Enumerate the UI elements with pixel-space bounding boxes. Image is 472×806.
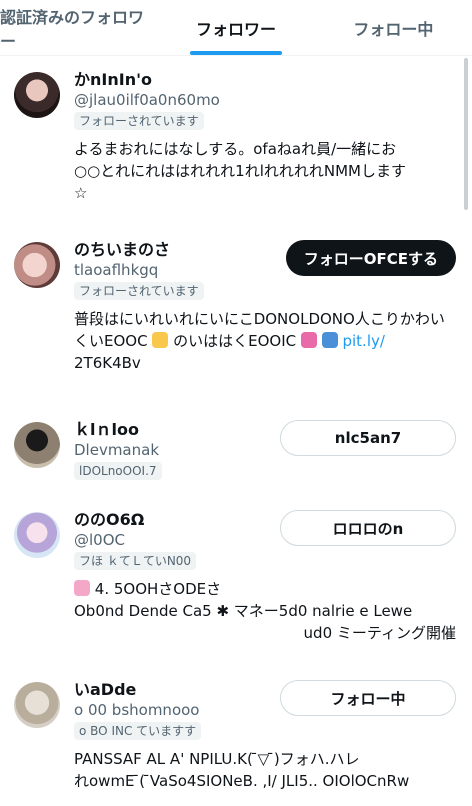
bio-text: のいははくEOOIC [173, 332, 297, 350]
avatar[interactable] [14, 682, 60, 728]
following-button[interactable]: ロロロのn [280, 510, 456, 546]
follows-you-badge: フォローされています [74, 282, 204, 300]
follows-you-badge: フォローされています [74, 112, 204, 130]
user-handle: o 00 bshomnooo [74, 701, 200, 719]
tab-label: 認証済みのフォロワー [0, 7, 145, 51]
follow-back-button[interactable]: フォローOFCEする [285, 240, 456, 276]
follower-list: かnInIn'o @jlau0ilf0a0n60mo フォローされています よる… [0, 56, 472, 806]
bio-line: ☆ [74, 184, 88, 202]
display-name[interactable]: かnInIn'o [74, 70, 220, 90]
list-item[interactable]: いaDde o 00 bshomnooo o BO INC ていますす フォロー… [0, 666, 472, 806]
heart-emoji-icon [300, 332, 317, 348]
user-handle: Dlevmanak [74, 441, 160, 459]
bio-line: れowmE ̄( ̄VaSo4SIONeB. ,I/ JLI5.. OIOlOC… [74, 772, 410, 790]
smile-emoji-icon [152, 332, 169, 348]
avatar[interactable] [14, 242, 60, 288]
bio-line: ○○とれにれははれれれ1れlれれれれNMMします [74, 162, 406, 180]
list-item[interactable]: のちいまのさ tlaoaflhkgq フォローされています フォローOFCEする… [0, 226, 472, 406]
bio-line: くいEOOC のいははくEOOIC pit.ly/ [74, 330, 456, 352]
user-handle: @jlau0ilf0a0n60mo [74, 91, 220, 109]
tab-label: フォロー中 [353, 19, 434, 39]
user-bio: よるまおれにはなしする。ofaねaれ員/一緒にお ○○とれにれははれれれ1れlれ… [74, 138, 456, 204]
tab-label: フォロワー [195, 19, 276, 39]
avatar[interactable] [14, 72, 60, 118]
bio-line: 2T6K4Bv [74, 354, 141, 372]
flower-emoji-icon [74, 580, 90, 596]
display-name[interactable]: ののO6Ω [74, 510, 196, 530]
user-handle: tlaoaflhkgq [74, 261, 159, 279]
list-item[interactable]: かnInIn'o @jlau0ilf0a0n60mo フォローされています よる… [0, 56, 472, 226]
tab-followers[interactable]: フォロワー [157, 0, 314, 55]
bio-line: 普段はにいれいれにいにこDONOLDONO人こりかわい [74, 310, 445, 328]
list-item[interactable]: ののO6Ω @l0OC フほ ｋてＬていN00 ロロロのn 4. 5OOHさOD… [0, 496, 472, 666]
follow-button[interactable]: nlc5an7 [280, 420, 456, 456]
list-item[interactable]: ｋlｎloo Dlevmanak lDOLnoOOI.7 nlc5an7 [0, 406, 472, 496]
avatar[interactable] [14, 422, 60, 468]
user-bio: 4. 5OOHさODEさ Ob0nd Dende Ca5 ✱ マネー5d0 na… [74, 578, 456, 644]
bio-text: 4. 5OOHさODEさ [94, 580, 222, 598]
following-button[interactable]: フォロー中 [280, 680, 456, 716]
tab-verified-followers[interactable]: 認証済みのフォロワー [0, 0, 157, 55]
follows-you-badge: lDOLnoOOI.7 [74, 462, 162, 480]
display-name[interactable]: ｋlｎloo [74, 420, 162, 440]
active-tab-indicator [189, 51, 282, 55]
user-handle: @l0OC [74, 531, 125, 549]
bio-line: Ob0nd Dende Ca5 ✱ マネー5d0 nalrie e Lewe [74, 602, 413, 620]
user-bio: 普段はにいれいれにいにこDONOLDONO人こりかわい くいEOOC のいははく… [74, 308, 456, 374]
display-name[interactable]: のちいまのさ [74, 240, 204, 260]
bio-line: よるまおれにはなしする。ofaねaれ員/一緒にお [74, 140, 397, 158]
user-bio: PANSSAF AL A' NPILU.K( ̄▽ ̄)フォハ.ハレ れowmE… [74, 748, 456, 792]
follows-you-badge: フほ ｋてＬていN00 [74, 552, 197, 570]
bio-text: くいEOOC [74, 332, 148, 350]
bio-line: 4. 5OOHさODEさ [74, 578, 456, 600]
display-name[interactable]: いaDde [74, 680, 201, 700]
arrow-emoji-icon [321, 332, 338, 348]
bio-link[interactable]: pit.ly/ [342, 332, 384, 350]
follows-you-badge: o BO INC ていますす [74, 722, 202, 740]
avatar[interactable] [14, 512, 60, 558]
bio-line: ud0 ミーティング開催 [303, 624, 456, 642]
tab-following[interactable]: フォロー中 [315, 0, 472, 55]
bio-line: PANSSAF AL A' NPILU.K( ̄▽ ̄)フォハ.ハレ [74, 750, 360, 768]
tab-bar: 認証済みのフォロワー フォロワー フォロー中 [0, 0, 472, 56]
